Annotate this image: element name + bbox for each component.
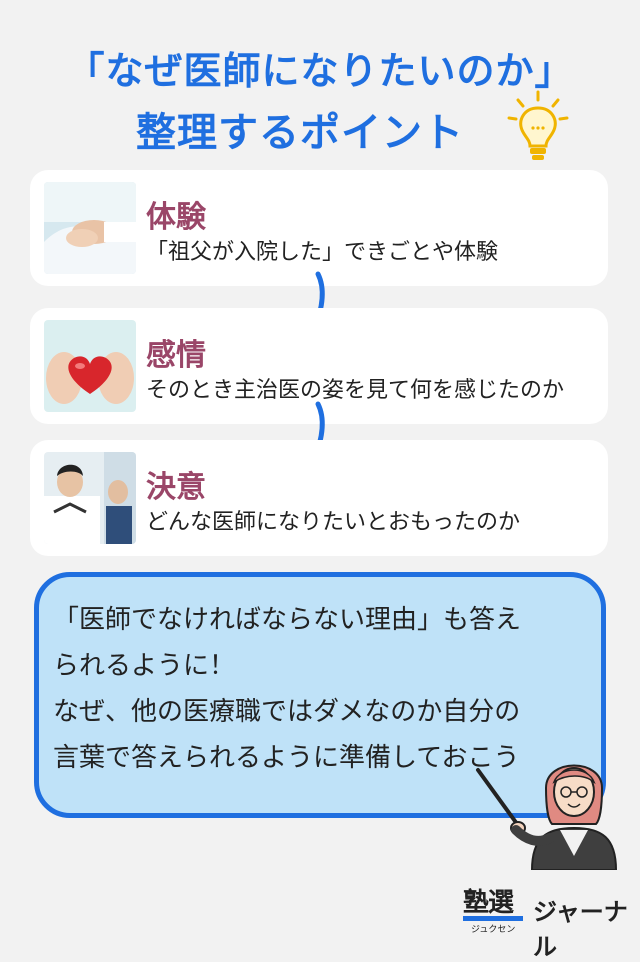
bubble-line: 「医師でなければならない理由」も答え bbox=[53, 605, 522, 635]
card-title: 決意 bbox=[146, 470, 206, 505]
bubble-line: られるように！ bbox=[53, 651, 236, 681]
card-body: そのとき主治医の姿を見て何を感じたのか bbox=[146, 378, 565, 403]
card-title: 感情 bbox=[146, 338, 206, 373]
hands-photo bbox=[44, 182, 136, 274]
logo-underline bbox=[463, 916, 523, 921]
doctor-patient-photo bbox=[44, 452, 136, 544]
bubble-line: 言葉で答えられるように準備しておこう bbox=[53, 743, 520, 773]
card-resolution: 決意 どんな医師になりたいとおもったのか bbox=[30, 440, 608, 556]
logo-kanji: 塾選 bbox=[463, 888, 514, 918]
bubble-line: なぜ、他の医療職ではダメなのか自分の bbox=[53, 697, 521, 727]
teacher-with-pointer-illustration bbox=[476, 764, 618, 870]
card-body: どんな医師になりたいとおもったのか bbox=[146, 510, 521, 535]
logo-kana: ジュクセン bbox=[471, 925, 516, 935]
lightbulb-icon bbox=[507, 90, 569, 160]
card-experience: 体験 「祖父が入院した」できごとや体験 bbox=[30, 170, 608, 286]
jukusen-journal-logo: 塾選 ジュクセン ジャーナル bbox=[463, 880, 633, 961]
title-line-1: 「なぜ医師になりたいのか」 bbox=[66, 49, 574, 93]
card-body: 「祖父が入院した」できごとや体験 bbox=[146, 240, 499, 265]
card-title: 体験 bbox=[146, 200, 206, 235]
heart-in-hands-photo bbox=[44, 320, 136, 412]
logo-journal: ジャーナル bbox=[533, 898, 628, 961]
